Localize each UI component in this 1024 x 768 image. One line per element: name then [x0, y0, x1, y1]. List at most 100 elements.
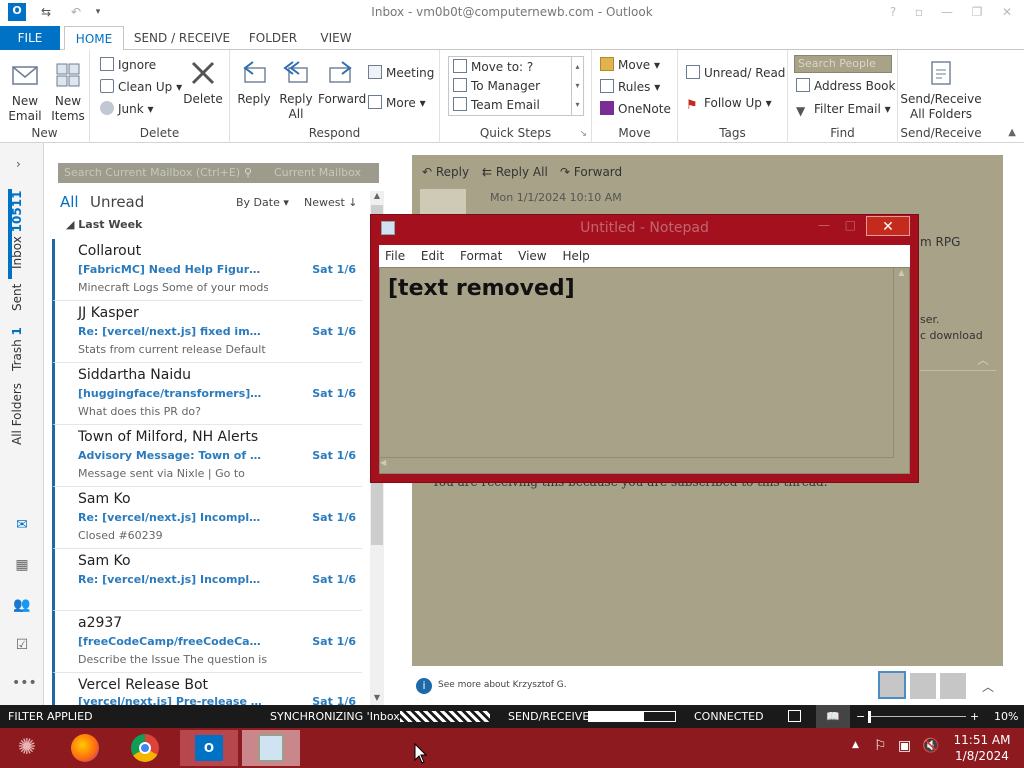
expand-folder-pane-icon[interactable]: › — [16, 157, 21, 171]
scroll-up-icon[interactable]: ▲ — [370, 191, 384, 203]
reading-reply-button[interactable]: ↶ Reply — [422, 165, 469, 179]
start-button-icon[interactable]: ✺ — [6, 730, 48, 766]
list-item[interactable]: Sam Ko Re: [vercel/next.js] Incomplete m.… — [52, 549, 362, 611]
zoom-slider[interactable] — [868, 716, 966, 717]
reply-button[interactable]: Reply — [234, 58, 274, 107]
scroll-down-icon[interactable]: ▼ — [370, 693, 384, 705]
address-book-button[interactable]: Address Book — [796, 77, 895, 95]
notepad-window[interactable]: Untitled - Notepad — □ ✕ File Edit Forma… — [370, 214, 919, 483]
network-icon[interactable]: ▣ — [898, 738, 911, 754]
menu-edit[interactable]: Edit — [421, 249, 444, 263]
tab-view[interactable]: VIEW — [312, 26, 360, 50]
meeting-button[interactable]: Meeting — [368, 64, 434, 82]
send-receive-all-button[interactable]: Send/Receive All Folders — [900, 58, 982, 122]
firefox-icon[interactable] — [64, 730, 106, 766]
menu-view[interactable]: View — [518, 249, 546, 263]
list-item[interactable]: JJ Kasper Re: [vercel/next.js] fixed impo… — [52, 301, 362, 363]
list-item[interactable]: Siddartha Naidu [huggingface/transformers… — [52, 363, 362, 425]
zoom-level[interactable]: 10% — [994, 705, 1018, 728]
reading-view-icon[interactable]: 📖 — [816, 705, 850, 728]
tab-file[interactable]: FILE — [0, 26, 60, 50]
notepad-text-area[interactable]: [text removed] ▲ ◀ — [379, 267, 910, 474]
tab-send-receive[interactable]: SEND / RECEIVE — [132, 26, 232, 50]
people-pane-text[interactable]: See more about Krzysztof G. — [438, 680, 567, 690]
nav-trash[interactable]: Trash 1 — [10, 327, 24, 371]
sort-by-date-dropdown[interactable]: By Date ▾ — [236, 196, 289, 209]
notepad-close-button[interactable]: ✕ — [866, 216, 910, 236]
restore-button[interactable]: ❐ — [966, 3, 988, 21]
search-people-input[interactable]: Search People — [794, 55, 892, 73]
reading-reply-all-button[interactable]: ⇇ Reply All — [482, 165, 548, 179]
nav-inbox[interactable]: Inbox 10511 — [10, 191, 24, 269]
menu-help[interactable]: Help — [562, 249, 589, 263]
nav-sent[interactable]: Sent — [10, 284, 24, 311]
close-button[interactable]: ✕ — [996, 3, 1018, 21]
notepad-taskbar-icon[interactable] — [242, 730, 300, 766]
search-scope-dropdown[interactable]: Current Mailbox — [274, 163, 361, 183]
delete-button[interactable]: Delete — [182, 58, 224, 107]
expand-people-pane-icon[interactable]: ︿ — [982, 678, 994, 695]
new-items-button[interactable]: New Items — [48, 60, 88, 124]
zoom-in-icon[interactable]: + — [970, 705, 979, 728]
list-item[interactable]: Town of Milford, NH Alerts Advisory Messa… — [52, 425, 362, 487]
calendar-icon[interactable]: ▦ — [12, 557, 32, 575]
unread-read-button[interactable]: Unread/ Read — [686, 64, 785, 82]
new-email-button[interactable]: New Email — [6, 60, 44, 124]
quick-steps-scroll[interactable]: ▴ ▾ ▾ — [571, 57, 583, 115]
tab-home[interactable]: HOME — [64, 26, 124, 51]
group-header-last-week[interactable]: ◢ Last Week — [66, 218, 142, 231]
menu-format[interactable]: Format — [460, 249, 502, 263]
list-item[interactable]: Vercel Release Bot [vercel/next.js] Pre-r… — [52, 673, 362, 708]
list-item[interactable]: Collarout [FabricMC] Need Help Figuring O… — [52, 239, 362, 301]
more-respond-button[interactable]: More ▾ — [368, 94, 426, 112]
list-item[interactable]: Sam Ko Re: [vercel/next.js] Incomplete m.… — [52, 487, 362, 549]
notepad-horizontal-scrollbar[interactable]: ◀ — [380, 457, 894, 473]
onenote-button[interactable]: OneNote — [600, 100, 671, 118]
notepad-minimize-button[interactable]: — — [818, 218, 830, 232]
mail-icon[interactable]: ✉ — [12, 517, 32, 535]
contact-avatar[interactable] — [910, 673, 936, 699]
move-button[interactable]: Move ▾ — [600, 56, 660, 74]
filter-unread[interactable]: Unread — [90, 193, 144, 211]
notepad-vertical-scrollbar[interactable]: ▲ — [893, 268, 909, 458]
rules-button[interactable]: Rules ▾ — [600, 78, 660, 96]
help-icon[interactable]: ? — [882, 3, 904, 21]
normal-view-icon[interactable] — [788, 710, 801, 722]
nav-all-folders[interactable]: All Folders — [10, 383, 24, 445]
volume-muted-icon[interactable]: 🔇 — [922, 738, 939, 754]
reading-forward-button[interactable]: ↷ Forward — [560, 165, 622, 179]
zoom-out-icon[interactable]: − — [856, 705, 865, 728]
quick-step-team-email[interactable]: Team Email — [453, 96, 540, 114]
sort-order-toggle[interactable]: Newest ↓ — [304, 196, 358, 209]
junk-button[interactable]: Junk ▾ — [100, 100, 154, 118]
outlook-taskbar-icon[interactable]: O — [180, 730, 238, 766]
zoom-slider-thumb[interactable] — [868, 711, 871, 723]
contact-avatar[interactable] — [878, 671, 906, 699]
quick-step-move-to[interactable]: Move to: ? — [453, 58, 533, 76]
filter-email-button[interactable]: ▼ Filter Email ▾ — [796, 100, 891, 118]
clean-up-button[interactable]: Clean Up ▾ — [100, 78, 182, 96]
action-center-icon[interactable]: ⚐ — [874, 738, 887, 754]
quick-steps-launcher-icon[interactable]: ↘ — [579, 129, 587, 139]
people-icon[interactable]: 👥 — [12, 597, 32, 615]
forward-button[interactable]: Forward — [318, 58, 366, 107]
search-mailbox-input[interactable]: Search Current Mailbox (Ctrl+E) ⚲ Curren… — [58, 163, 379, 183]
contact-avatar[interactable] — [940, 673, 966, 699]
filter-all[interactable]: All — [60, 193, 79, 211]
follow-up-button[interactable]: ⚑ Follow Up ▾ — [686, 94, 772, 113]
show-hidden-icons[interactable]: ▲ — [852, 740, 859, 750]
chrome-icon[interactable] — [124, 730, 166, 766]
reply-all-button[interactable]: Reply All — [276, 58, 316, 122]
list-item[interactable]: a2937 [freeCodeCamp/freeCodeCamp] ... Sat … — [52, 611, 362, 673]
clock[interactable]: 11:51 AM 1/8/2024 — [950, 732, 1014, 764]
ignore-button[interactable]: Ignore — [100, 56, 156, 74]
collapse-ribbon-icon[interactable]: ▲ — [1008, 127, 1016, 138]
menu-file[interactable]: File — [385, 249, 405, 263]
tab-folder[interactable]: FOLDER — [244, 26, 302, 50]
notepad-maximize-button[interactable]: □ — [845, 218, 856, 232]
tasks-icon[interactable]: ☑ — [12, 637, 32, 655]
more-nav-icon[interactable]: ••• — [12, 675, 37, 693]
ribbon-display-icon[interactable]: ▫ — [908, 3, 930, 21]
minimize-button[interactable]: — — [936, 3, 958, 21]
quick-step-to-manager[interactable]: To Manager — [453, 77, 540, 95]
